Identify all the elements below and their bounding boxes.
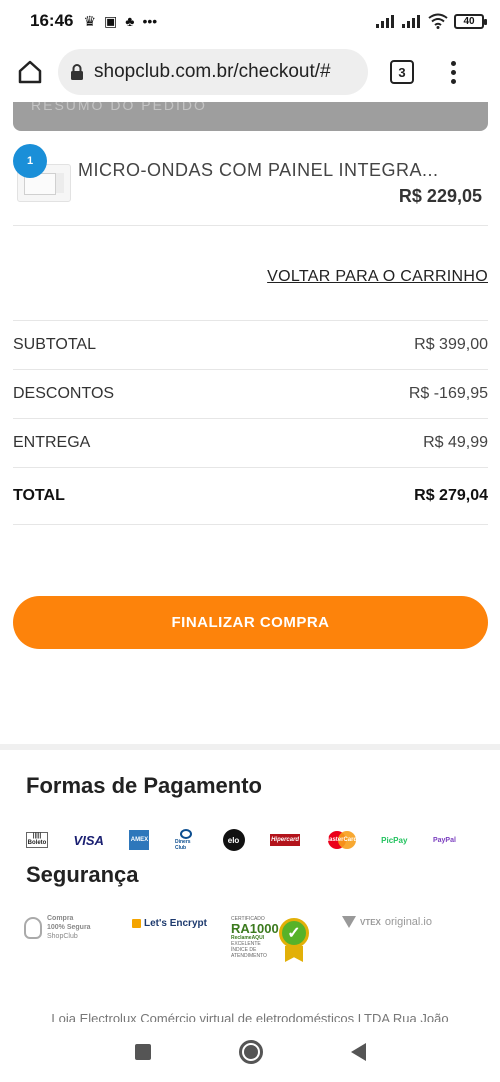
product-name[interactable]: MICRO-ONDAS COM PAINEL INTEGRA...	[78, 160, 439, 181]
lets-encrypt-seal: Let's Encrypt	[132, 918, 207, 929]
lock-icon	[132, 919, 141, 928]
order-summary-title: RESUMO DO PEDIDO	[31, 102, 207, 113]
shipping-value: R$ 49,99	[423, 434, 488, 451]
payment-methods-title: Formas de Pagamento	[26, 773, 262, 798]
checkmark-icon: ✓	[279, 918, 309, 948]
security-title: Segurança	[26, 862, 139, 887]
status-left: 16:46 ♛ ▣ ♣ •••	[30, 11, 157, 31]
picpay-logo: PicPay	[381, 835, 408, 845]
back-icon[interactable]	[350, 1043, 366, 1061]
url-text: shopclub.com.br/checkout/#	[94, 61, 331, 82]
secure-purchase-text: Compra 100% Segura ShopClub	[47, 914, 91, 941]
order-totals: SUBTOTAL R$ 399,00 DESCONTOS R$ -169,95 …	[13, 320, 488, 525]
vtex-label: VTEX	[360, 917, 381, 927]
shipping-label: ENTREGA	[13, 434, 91, 451]
reclame-aqui-seal: CERTIFICADO RA1000 ReclameAQUI EXCELENTE…	[231, 916, 311, 968]
total-label: TOTAL	[13, 487, 65, 504]
ra-caption: EXCELENTE ÍNDICE DE ATENDIMENTO	[231, 941, 267, 959]
status-time: 16:46	[30, 11, 74, 30]
message-icon: ▣	[104, 12, 118, 29]
total-value: R$ 279,04	[414, 487, 488, 504]
boleto-bars: |||||	[32, 833, 42, 839]
vtex-icon	[342, 916, 356, 928]
wifi-icon	[428, 13, 448, 29]
mastercard-logo: MasterCard	[324, 831, 358, 849]
more-dots-icon: •••	[142, 13, 158, 29]
total-row: TOTAL R$ 279,04	[13, 467, 488, 525]
quantity-badge: 1	[13, 144, 47, 178]
address-bar[interactable]: shopclub.com.br/checkout/#	[58, 49, 368, 95]
product-price: R$ 229,05	[398, 186, 482, 206]
app-icon: ♣	[125, 13, 135, 29]
vtex-seal: VTEX original.io	[342, 916, 432, 928]
secure-line-3: ShopClub	[47, 933, 78, 940]
discounts-row: DESCONTOS R$ -169,95	[13, 369, 488, 418]
secure-line-1: Compra	[47, 915, 74, 922]
subtotal-value: R$ 399,00	[414, 336, 488, 353]
discounts-value: R$ -169,95	[408, 385, 488, 402]
amex-logo: AMEX	[129, 830, 150, 850]
home-nav-icon[interactable]	[238, 1040, 263, 1064]
diners-circle-icon	[179, 829, 192, 839]
security-seals: Compra 100% Segura ShopClub Let's Encryp…	[24, 912, 464, 972]
footer-divider	[0, 744, 500, 750]
finalize-purchase-button[interactable]: FINALIZAR COMPRA	[13, 596, 488, 649]
diners-label: Diners Club	[174, 839, 191, 851]
diners-logo: Diners Club	[175, 829, 197, 851]
home-icon	[18, 60, 42, 84]
back-to-cart-link[interactable]: VOLTAR PARA O CARRINHO	[267, 268, 488, 286]
original-label: original.io	[384, 916, 432, 928]
ribbon-icon	[285, 946, 303, 962]
home-button[interactable]	[10, 52, 50, 92]
menu-dot-icon	[450, 60, 456, 66]
browser-toolbar: shopclub.com.br/checkout/# 3	[0, 42, 500, 102]
paypal-logo: PayPal	[432, 836, 456, 844]
elo-logo: elo	[222, 829, 245, 851]
browser-menu-button[interactable]	[448, 60, 458, 84]
secure-purchase-seal: Compra 100% Segura ShopClub	[24, 914, 91, 941]
payment-logos: ||||| Boleto VISA AMEX Diners Club elo Hi…	[26, 826, 456, 854]
tab-switcher-button[interactable]: 3	[390, 60, 414, 84]
lock-icon	[71, 64, 83, 80]
order-summary-header: RESUMO DO PEDIDO	[13, 102, 488, 131]
status-bar: 16:46 ♛ ▣ ♣ ••• 40	[0, 0, 500, 42]
subtotal-row: SUBTOTAL R$ 399,00	[13, 320, 488, 369]
boleto-label: Boleto	[27, 840, 47, 846]
visa-logo: VISA	[73, 832, 104, 848]
home-nav-dot	[243, 1045, 258, 1059]
signal-icon	[376, 15, 394, 28]
cart-item: 1 MICRO-ONDAS COM PAINEL INTEGRA... R$ 2…	[13, 144, 488, 226]
boleto-logo: ||||| Boleto	[26, 832, 48, 848]
shield-icon	[24, 916, 42, 939]
notification-icons: ♛ ▣ ♣ •••	[83, 13, 157, 30]
battery-icon: 40	[454, 13, 487, 29]
signal-icon	[402, 15, 420, 28]
hipercard-logo: Hipercard	[270, 834, 301, 846]
recent-apps-icon[interactable]	[134, 1044, 151, 1060]
menu-dot-icon	[450, 69, 456, 75]
system-nav-bar	[0, 1022, 500, 1082]
secure-line-2: 100% Segura	[47, 924, 91, 931]
mastercard-label: MasterCard	[324, 837, 358, 843]
menu-dot-icon	[450, 78, 456, 84]
lets-encrypt-label: Let's Encrypt	[144, 918, 207, 929]
shipping-row: ENTREGA R$ 49,99	[13, 418, 488, 467]
subtotal-label: SUBTOTAL	[13, 336, 96, 353]
discounts-label: DESCONTOS	[13, 385, 115, 402]
status-right: 40	[376, 13, 487, 29]
crown-icon: ♛	[83, 12, 97, 29]
